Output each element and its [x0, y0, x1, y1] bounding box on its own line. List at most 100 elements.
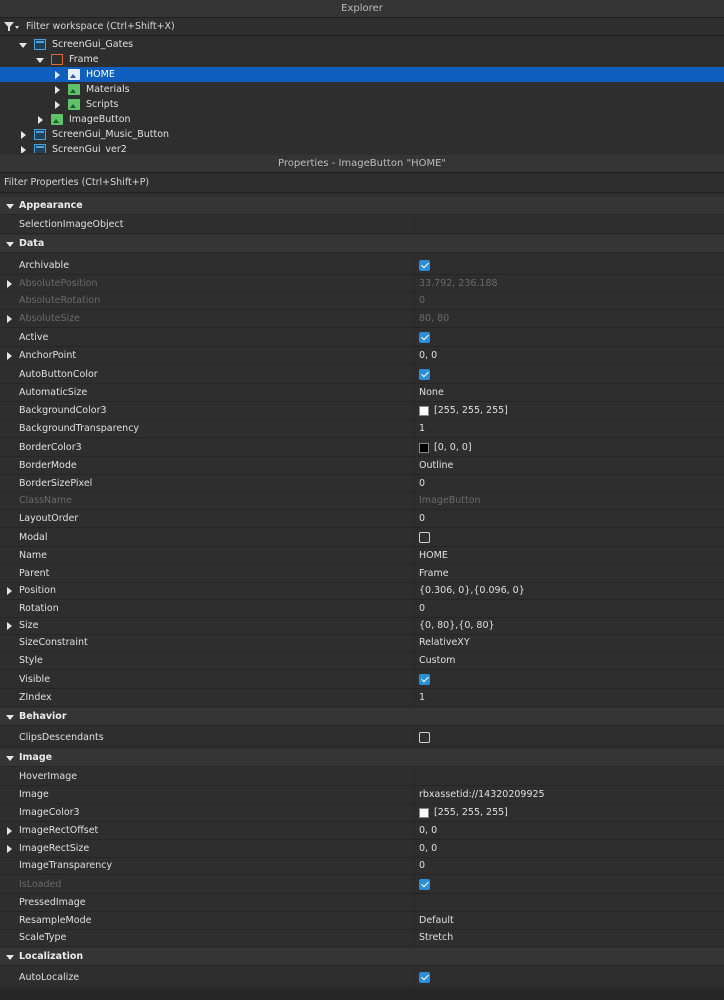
prop-value[interactable]: 0, 0 [419, 840, 437, 858]
prop-row-name[interactable]: Name HOME [0, 547, 724, 565]
prop-row-hoverimage[interactable]: HoverImage [0, 768, 724, 786]
prop-value[interactable]: 0, 0 [419, 822, 437, 840]
prop-value[interactable]: 0 [419, 475, 425, 493]
prop-row-imagetransparency[interactable]: ImageTransparency 0 [0, 857, 724, 875]
prop-row-scaletype[interactable]: ScaleType Stretch [0, 929, 724, 947]
prop-value[interactable]: [0, 0, 0] [434, 439, 472, 457]
prop-value[interactable]: 0 [419, 857, 425, 875]
collapse-arrow-icon[interactable] [18, 40, 28, 50]
collapse-arrow-icon[interactable] [5, 239, 15, 249]
prop-row-bordercolor3[interactable]: BorderColor3 [0, 0, 0] [0, 439, 724, 457]
category-image[interactable]: Image [0, 749, 724, 767]
prop-value[interactable]: 0 [419, 600, 425, 618]
clipsdescendants-checkbox[interactable] [419, 732, 430, 743]
prop-row-archivable[interactable]: Archivable [0, 257, 724, 275]
prop-value[interactable]: Default [419, 912, 454, 930]
prop-row-resamplemode[interactable]: ResampleMode Default [0, 912, 724, 930]
expand-arrow-icon[interactable] [18, 130, 28, 140]
expand-arrow-icon[interactable] [52, 85, 62, 95]
prop-value[interactable]: 0 [419, 510, 425, 528]
modal-checkbox[interactable] [419, 532, 430, 543]
prop-value[interactable]: 1 [419, 689, 425, 707]
prop-row-imagecolor3[interactable]: ImageColor3 [255, 255, 255] [0, 804, 724, 822]
prop-value[interactable]: {0, 80},{0, 80} [419, 617, 495, 635]
prop-value[interactable]: {0.306, 0},{0.096, 0} [419, 582, 525, 600]
prop-row-isloaded[interactable]: IsLoaded [0, 876, 724, 894]
prop-row-zindex[interactable]: ZIndex 1 [0, 689, 724, 707]
tree-item-home[interactable]: HOME [0, 67, 724, 82]
prop-value[interactable]: Stretch [419, 929, 453, 947]
color-swatch[interactable] [419, 405, 429, 416]
expand-arrow-icon[interactable] [4, 844, 14, 854]
collapse-arrow-icon[interactable] [35, 55, 45, 65]
prop-value[interactable]: rbxassetid://14320209925 [419, 786, 545, 804]
prop-row-style[interactable]: Style Custom [0, 652, 724, 670]
color-swatch[interactable] [419, 807, 429, 818]
prop-value[interactable]: None [419, 384, 444, 402]
prop-row-absoluterotation[interactable]: AbsoluteRotation 0 [0, 292, 724, 310]
prop-row-bordersizepixel[interactable]: BorderSizePixel 0 [0, 475, 724, 493]
expand-arrow-icon[interactable] [4, 621, 14, 631]
prop-row-modal[interactable]: Modal [0, 529, 724, 547]
prop-row-anchorpoint[interactable]: AnchorPoint 0, 0 [0, 347, 724, 365]
category-localization[interactable]: Localization [0, 948, 724, 966]
category-appearance[interactable]: Appearance [0, 197, 724, 215]
prop-row-image[interactable]: Image rbxassetid://14320209925 [0, 786, 724, 804]
prop-value[interactable]: RelativeXY [419, 634, 470, 652]
prop-row-classname[interactable]: ClassName ImageButton [0, 492, 724, 510]
prop-value[interactable]: 1 [419, 420, 425, 438]
active-checkbox[interactable] [419, 332, 430, 343]
prop-row-absoluteposition[interactable]: AbsolutePosition 33.792, 236.188 [0, 275, 724, 293]
prop-value[interactable]: 0, 0 [419, 347, 437, 365]
collapse-arrow-icon[interactable] [5, 712, 15, 722]
expand-arrow-icon[interactable] [18, 145, 28, 153]
prop-row-selectionimageobject[interactable]: SelectionImageObject [0, 216, 724, 234]
prop-value[interactable]: Frame [419, 565, 449, 583]
prop-row-pressedimage[interactable]: PressedImage [0, 894, 724, 912]
prop-row-absolutesize[interactable]: AbsoluteSize 80, 80 [0, 310, 724, 328]
prop-row-layoutorder[interactable]: LayoutOrder 0 [0, 510, 724, 528]
expand-arrow-icon[interactable] [35, 115, 45, 125]
expand-arrow-icon[interactable] [4, 586, 14, 596]
expand-arrow-icon[interactable] [4, 314, 14, 324]
prop-row-imagerectoffset[interactable]: ImageRectOffset 0, 0 [0, 822, 724, 840]
prop-row-position[interactable]: Position {0.306, 0},{0.096, 0} [0, 582, 724, 600]
expand-arrow-icon[interactable] [52, 100, 62, 110]
archivable-checkbox[interactable] [419, 260, 430, 271]
prop-row-imagerectsize[interactable]: ImageRectSize 0, 0 [0, 840, 724, 858]
tree-item-imagebutton[interactable]: ImageButton [0, 112, 724, 127]
expand-arrow-icon[interactable] [52, 70, 62, 80]
prop-row-autobuttoncolor[interactable]: AutoButtonColor [0, 366, 724, 384]
prop-row-sizeconstraint[interactable]: SizeConstraint RelativeXY [0, 634, 724, 652]
category-data[interactable]: Data [0, 235, 724, 253]
prop-row-bordermode[interactable]: BorderMode Outline [0, 457, 724, 475]
prop-row-parent[interactable]: Parent Frame [0, 565, 724, 583]
expand-arrow-icon[interactable] [4, 351, 14, 361]
prop-row-clipsdescendants[interactable]: ClipsDescendants [0, 729, 724, 747]
prop-row-autolocalize[interactable]: AutoLocalize [0, 969, 724, 987]
prop-row-size[interactable]: Size {0, 80},{0, 80} [0, 617, 724, 635]
properties-filter-input[interactable]: Filter Properties (Ctrl+Shift+P) [0, 173, 724, 193]
expand-arrow-icon[interactable] [4, 826, 14, 836]
prop-row-backgroundcolor3[interactable]: BackgroundColor3 [255, 255, 255] [0, 402, 724, 420]
tree-item-screengui-ver2[interactable]: ScreenGui_ver2 [0, 142, 724, 153]
prop-value[interactable]: Custom [419, 652, 455, 670]
prop-row-automaticsize[interactable]: AutomaticSize None [0, 384, 724, 402]
prop-value[interactable]: [255, 255, 255] [434, 402, 508, 420]
autobuttoncolor-checkbox[interactable] [419, 369, 430, 380]
autolocalize-checkbox[interactable] [419, 972, 430, 983]
collapse-arrow-icon[interactable] [5, 201, 15, 211]
prop-row-visible[interactable]: Visible [0, 671, 724, 689]
prop-row-rotation[interactable]: Rotation 0 [0, 600, 724, 618]
prop-row-active[interactable]: Active [0, 329, 724, 347]
tree-item-screengui-music-button[interactable]: ScreenGui_Music_Button [0, 127, 724, 142]
expand-arrow-icon[interactable] [4, 279, 14, 289]
color-swatch[interactable] [419, 442, 429, 453]
explorer-filter-input[interactable]: Filter workspace (Ctrl+Shift+X) [0, 18, 724, 36]
prop-value[interactable]: [255, 255, 255] [434, 804, 508, 822]
visible-checkbox[interactable] [419, 674, 430, 685]
prop-row-backgroundtransparency[interactable]: BackgroundTransparency 1 [0, 420, 724, 438]
prop-value[interactable]: Outline [419, 457, 453, 475]
tree-item-materials[interactable]: Materials [0, 82, 724, 97]
tree-item-screengui-gates[interactable]: ScreenGui_Gates [0, 37, 724, 52]
